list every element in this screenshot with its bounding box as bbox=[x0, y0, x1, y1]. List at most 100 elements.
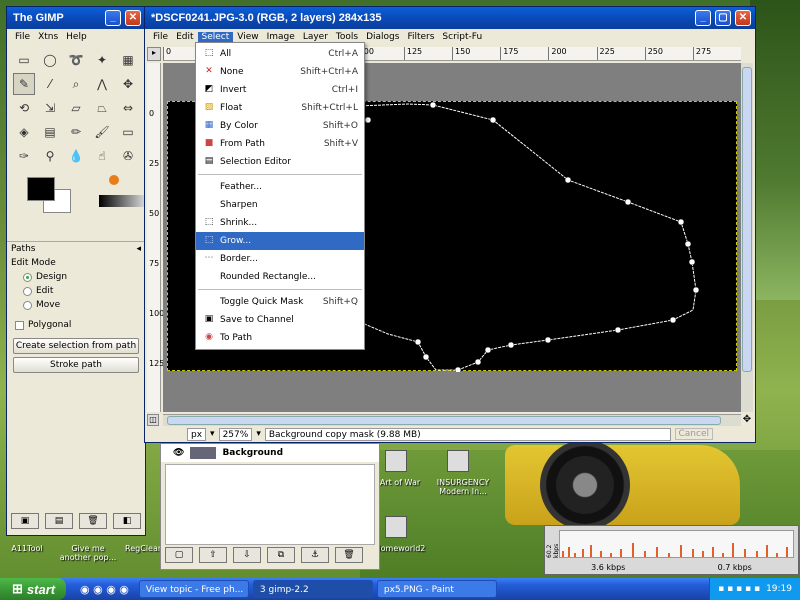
mode-move-radio[interactable]: Move bbox=[7, 298, 145, 312]
task-gimp[interactable]: 3 gimp-2.2 bbox=[252, 580, 373, 598]
menu-item-selection-editor[interactable]: ▤ Selection Editor bbox=[196, 153, 364, 171]
menu-image[interactable]: Image bbox=[263, 32, 299, 42]
stroke-path-button[interactable]: Stroke path bbox=[13, 357, 139, 373]
desktop-icon-label[interactable]: INSURGENCY Modern In... bbox=[428, 478, 498, 496]
ink-icon[interactable]: ✑ bbox=[13, 145, 35, 167]
menu-edit[interactable]: Edit bbox=[172, 32, 197, 42]
menu-script-fu[interactable]: Script-Fu bbox=[438, 32, 486, 42]
anchor-layer-icon[interactable]: ⚓ bbox=[301, 547, 329, 563]
flip-icon[interactable]: ⇔ bbox=[117, 97, 139, 119]
scrollbar-thumb[interactable] bbox=[167, 416, 721, 425]
chevron-down-icon[interactable]: ▾ bbox=[256, 429, 261, 439]
blend-icon[interactable]: ▤ bbox=[39, 121, 61, 143]
color-picker-icon[interactable]: ⁄ bbox=[39, 73, 61, 95]
dodge-burn-icon[interactable]: ✇ bbox=[117, 145, 139, 167]
menu-dialogs[interactable]: Dialogs bbox=[362, 32, 403, 42]
menu-item-save-to-channel[interactable]: ▣ Save to Channel bbox=[196, 311, 364, 329]
menu-view[interactable]: View bbox=[233, 32, 262, 42]
menu-item-by-color[interactable]: ▦ By Color Shift+O bbox=[196, 117, 364, 135]
shear-icon[interactable]: ▱ bbox=[65, 97, 87, 119]
menu-item-rounded-rectangle[interactable]: Rounded Rectangle... bbox=[196, 268, 364, 286]
layer-row[interactable]: 👁 Background bbox=[161, 444, 379, 462]
image-menu-arrow-icon[interactable]: ▸ bbox=[147, 47, 161, 61]
menu-help[interactable]: Help bbox=[62, 32, 91, 42]
eraser-icon[interactable]: ▭ bbox=[117, 121, 139, 143]
menu-file[interactable]: File bbox=[149, 32, 172, 42]
quick-launch-icons[interactable]: ◉ ◉ ◉ ◉ bbox=[80, 583, 129, 596]
minimize-button[interactable]: _ bbox=[695, 10, 711, 26]
measure-icon[interactable]: ⋀ bbox=[91, 73, 113, 95]
smudge-icon[interactable]: ☝ bbox=[91, 145, 113, 167]
desktop-icon-label[interactable]: A11Tool bbox=[2, 544, 52, 553]
scrollbar-thumb[interactable] bbox=[742, 67, 752, 372]
insurgency-icon[interactable] bbox=[447, 450, 469, 472]
menu-item-toggle-quick-mask[interactable]: Toggle Quick Mask Shift+Q bbox=[196, 293, 364, 311]
bucket-fill-icon[interactable]: ◈ bbox=[13, 121, 35, 143]
clock[interactable]: 19:19 bbox=[766, 584, 792, 594]
task-view-topic[interactable]: View topic - Free ph... bbox=[138, 580, 249, 598]
start-button[interactable]: ⊞ start bbox=[0, 578, 66, 600]
delete-icon[interactable]: 🗑 bbox=[79, 513, 107, 529]
lasso-icon[interactable]: ➰ bbox=[65, 49, 87, 71]
menu-item-grow[interactable]: ⬚ Grow... bbox=[196, 232, 364, 250]
menu-select[interactable]: Select bbox=[197, 32, 234, 42]
menu-item-float[interactable]: ▨ Float Shift+Ctrl+L bbox=[196, 99, 364, 117]
menu-item-feather[interactable]: Feather... bbox=[196, 178, 364, 196]
unit-select[interactable]: px bbox=[187, 427, 207, 441]
menu-file[interactable]: File bbox=[11, 32, 34, 42]
restore-icon[interactable]: ▤ bbox=[45, 513, 73, 529]
menu-item-to-path[interactable]: ◉ To Path bbox=[196, 329, 364, 347]
image-titlebar[interactable]: *DSCF0241.JPG-3.0 (RGB, 2 layers) 284x13… bbox=[145, 7, 755, 29]
menu-item-none[interactable]: ✕ None Shift+Ctrl+A bbox=[196, 63, 364, 81]
cancel-button[interactable]: Cancel bbox=[674, 428, 713, 440]
homeworld2-icon[interactable] bbox=[385, 516, 407, 538]
polygonal-checkbox[interactable]: Polygonal bbox=[7, 318, 145, 332]
menu-item-invert[interactable]: ◩ Invert Ctrl+I bbox=[196, 81, 364, 99]
new-layer-icon[interactable]: ▢ bbox=[165, 547, 193, 563]
rotate-icon[interactable]: ⟲ bbox=[13, 97, 35, 119]
art-of-war-icon[interactable] bbox=[385, 450, 407, 472]
menu-item-from-path[interactable]: ■ From Path Shift+V bbox=[196, 135, 364, 153]
rect-select-icon[interactable]: ▭ bbox=[13, 49, 35, 71]
pencil-icon[interactable]: ✏ bbox=[65, 121, 87, 143]
close-button[interactable]: ✕ bbox=[125, 10, 141, 26]
menu-item-sharpen[interactable]: Sharpen bbox=[196, 196, 364, 214]
desktop-icon-label[interactable]: RegClean bbox=[124, 544, 164, 553]
perspective-icon[interactable]: ⏢ bbox=[91, 97, 113, 119]
tray-icons[interactable]: ▪ ▪ ▪ ▪ ▪ bbox=[718, 584, 760, 594]
lower-layer-icon[interactable]: ⇩ bbox=[233, 547, 261, 563]
menu-item-shrink[interactable]: ⬚ Shrink... bbox=[196, 214, 364, 232]
paintbrush-icon[interactable]: 🖌 bbox=[91, 121, 113, 143]
mode-edit-radio[interactable]: Edit bbox=[7, 284, 145, 298]
paths-tool-icon[interactable]: ✎ bbox=[13, 73, 35, 95]
menu-item-all[interactable]: ⬚ All Ctrl+A bbox=[196, 45, 364, 63]
menu-layer[interactable]: Layer bbox=[299, 32, 332, 42]
create-selection-from-path-button[interactable]: Create selection from path bbox=[13, 338, 139, 354]
clone-icon[interactable]: ⚲ bbox=[39, 145, 61, 167]
delete-layer-icon[interactable]: 🗑 bbox=[335, 547, 363, 563]
panel-menu-icon[interactable]: ◂ bbox=[136, 244, 141, 254]
close-button[interactable]: ✕ bbox=[735, 10, 751, 26]
move-icon[interactable]: ✥ bbox=[117, 73, 139, 95]
menu-filters[interactable]: Filters bbox=[403, 32, 438, 42]
eye-icon[interactable]: 👁 bbox=[173, 448, 184, 458]
ellipse-select-icon[interactable]: ◯ bbox=[39, 49, 61, 71]
save-icon[interactable]: ▣ bbox=[11, 513, 39, 529]
menu-xtns[interactable]: Xtns bbox=[34, 32, 62, 42]
chevron-down-icon[interactable]: ▾ bbox=[210, 429, 215, 439]
navigate-icon[interactable]: ✥ bbox=[741, 414, 753, 426]
desktop-icon-label[interactable]: Give me another pop... bbox=[58, 544, 118, 562]
menu-tools[interactable]: Tools bbox=[332, 32, 362, 42]
quick-mask-icon[interactable]: ◫ bbox=[147, 414, 159, 426]
fuzzy-select-icon[interactable]: ✦ bbox=[91, 49, 113, 71]
layer-name[interactable]: Background bbox=[222, 448, 283, 458]
brush-icon[interactable] bbox=[109, 175, 119, 185]
maximize-button[interactable]: ▢ bbox=[715, 10, 731, 26]
mode-design-radio[interactable]: Design bbox=[7, 270, 145, 284]
foreground-color-swatch[interactable] bbox=[27, 177, 55, 201]
reset-icon[interactable]: ◧ bbox=[113, 513, 141, 529]
toolbox-titlebar[interactable]: The GIMP _ ✕ bbox=[7, 7, 145, 29]
duplicate-layer-icon[interactable]: ⧉ bbox=[267, 547, 295, 563]
raise-layer-icon[interactable]: ⇧ bbox=[199, 547, 227, 563]
vertical-scrollbar[interactable] bbox=[741, 63, 753, 412]
